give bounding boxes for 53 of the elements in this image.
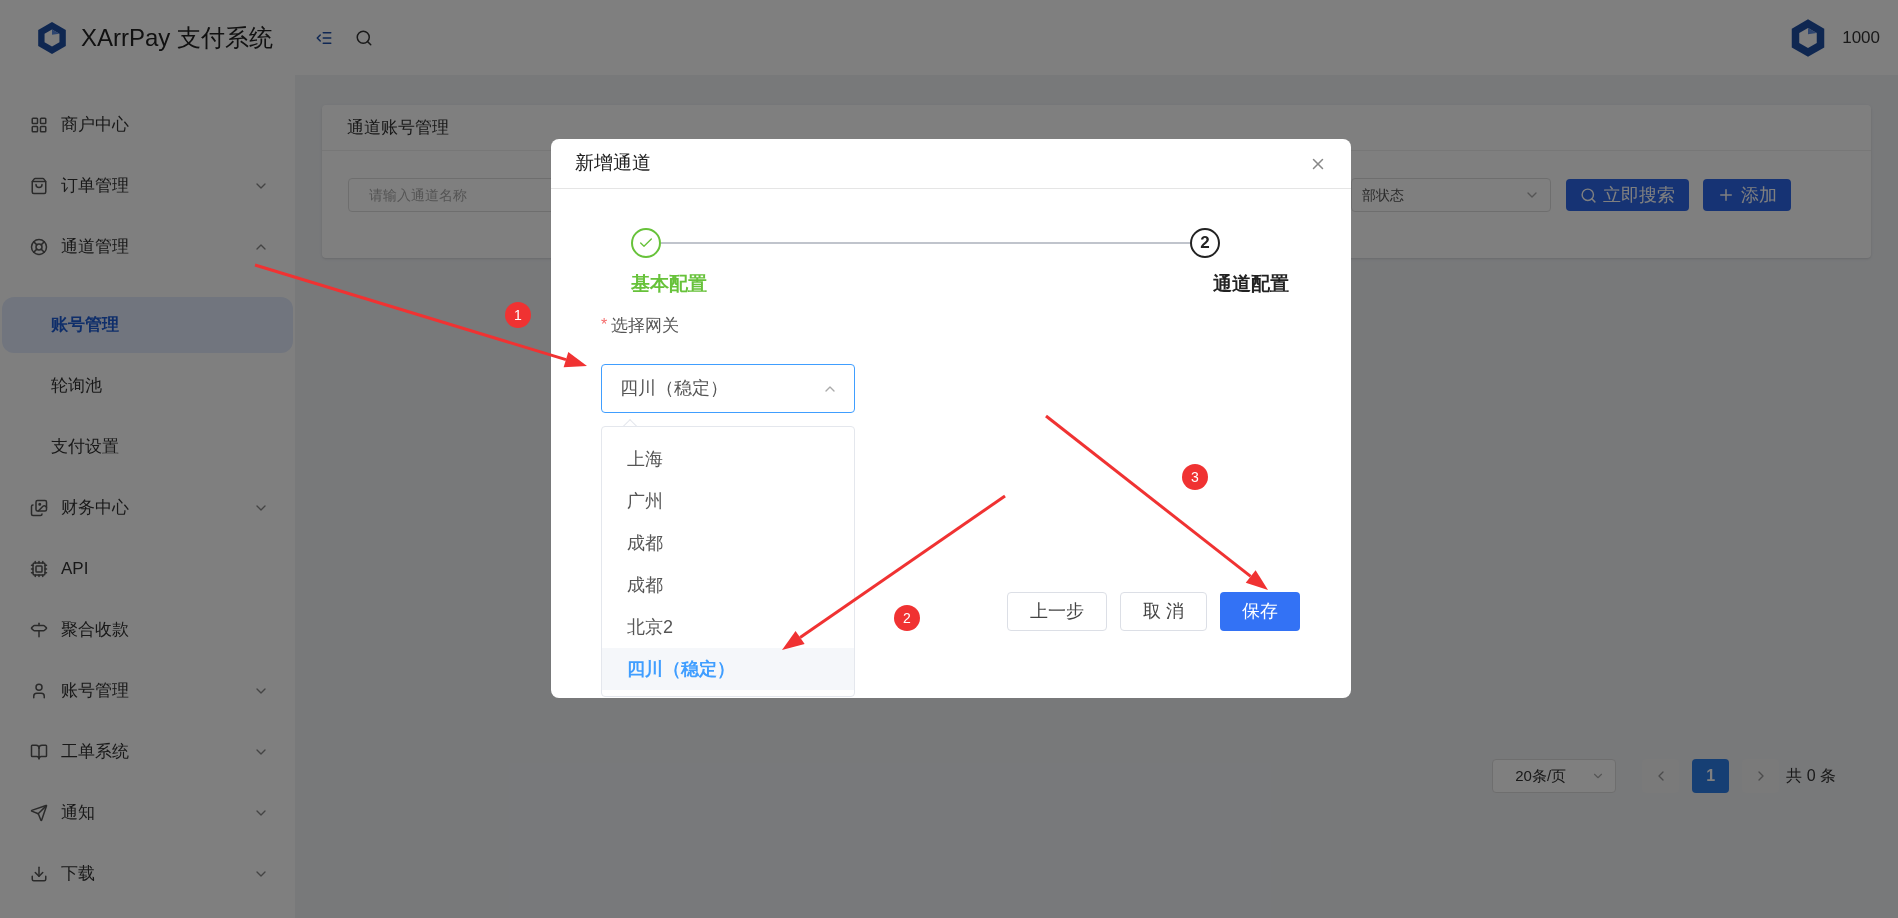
step-number: 2	[1190, 228, 1220, 258]
card-title: 通道账号管理	[347, 116, 449, 139]
page-button[interactable]: 1	[1692, 759, 1730, 793]
save-button[interactable]: 保存	[1220, 592, 1300, 631]
lifebuoy-icon	[30, 237, 48, 256]
step-label: 基本配置	[631, 272, 707, 296]
add-button[interactable]: 添加	[1703, 179, 1791, 211]
grid-icon	[30, 115, 48, 134]
field-label: 选择网关	[611, 314, 680, 337]
annotation-badge: 1	[505, 302, 531, 328]
download-icon	[30, 864, 48, 883]
menu-item[interactable]: 账号管理	[61, 677, 129, 704]
dialog-title: 新增通道	[575, 151, 651, 176]
menu-item[interactable]: 订单管理	[61, 172, 129, 199]
bag-icon	[30, 176, 48, 195]
search-icon[interactable]	[355, 28, 373, 47]
previous-step-button[interactable]: 上一步	[1007, 592, 1107, 631]
logo-icon	[35, 20, 69, 55]
total-count: 共 0 条	[1786, 766, 1836, 786]
chip-icon	[30, 559, 48, 578]
user-icon	[30, 681, 48, 700]
required-mark: *	[601, 315, 608, 336]
menu-item[interactable]: 工单系统	[61, 738, 129, 765]
menu-item[interactable]: 通道管理	[61, 233, 129, 260]
paper-plane-icon	[30, 803, 48, 822]
menu-item[interactable]: 下载	[61, 860, 95, 887]
dropdown-option[interactable]: 成都	[602, 522, 854, 564]
images-icon	[30, 498, 48, 517]
submenu-item[interactable]: 账号管理	[2, 296, 293, 353]
submenu-item[interactable]: 支付设置	[2, 418, 293, 475]
signpost-icon	[30, 620, 48, 639]
gateway-select[interactable]: 四川（稳定）	[601, 364, 855, 413]
book-icon	[30, 742, 48, 761]
menu-item[interactable]: API	[61, 555, 89, 582]
dropdown-option[interactable]: 上海	[602, 438, 854, 480]
plus-icon	[1717, 186, 1735, 204]
dropdown-option[interactable]: 广州	[602, 480, 854, 522]
cancel-button[interactable]: 取 消	[1120, 592, 1207, 631]
search-icon	[1580, 186, 1597, 204]
dropdown-option[interactable]: 北京2	[602, 606, 854, 648]
user-name[interactable]: 1000	[1842, 24, 1880, 51]
step-label: 通道配置	[1213, 272, 1289, 296]
submenu-item[interactable]: 轮询池	[2, 357, 293, 414]
menu-item[interactable]: 聚合收款	[61, 616, 129, 643]
menu-item[interactable]: 财务中心	[61, 494, 129, 521]
menu-item[interactable]: 通知	[61, 799, 95, 826]
page-size-select[interactable]: 20条/页	[1492, 759, 1617, 793]
dropdown-option[interactable]: 成都	[602, 564, 854, 606]
dropdown-option[interactable]: 四川（稳定）	[602, 648, 854, 690]
menu-item[interactable]: 商户中心	[61, 111, 129, 138]
search-button[interactable]: 立即搜索	[1566, 179, 1689, 211]
app-title: XArrPay 支付系统	[81, 22, 274, 53]
status-select[interactable]: 部状态	[1351, 178, 1551, 212]
